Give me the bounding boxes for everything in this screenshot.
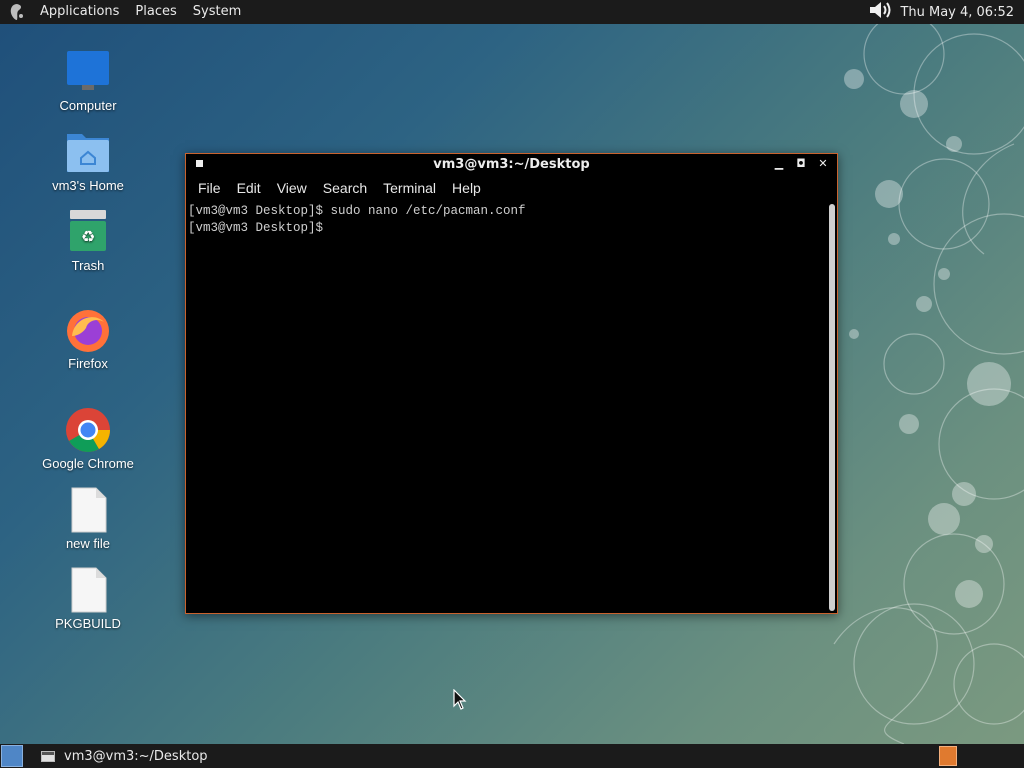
desktop-icon-new-file[interactable]: new file bbox=[38, 486, 138, 552]
top-right-area: Thu May 4, 06:52 bbox=[868, 0, 1024, 24]
desktop-icon-pkgbuild[interactable]: PKGBUILD bbox=[38, 566, 138, 632]
desktop-icon-label: Computer bbox=[59, 98, 117, 113]
menu-search[interactable]: Search bbox=[315, 180, 375, 196]
desktop-icon-label: new file bbox=[65, 536, 111, 551]
desktop-icon-computer[interactable]: Computer bbox=[38, 48, 138, 114]
top-panel: Applications Places System Thu May 4, 06… bbox=[0, 0, 1024, 24]
terminal-scrollbar[interactable] bbox=[829, 204, 835, 611]
desktop-icon-firefox[interactable]: Firefox bbox=[38, 306, 138, 372]
terminal-window-icon bbox=[41, 750, 55, 762]
applications-menu[interactable]: Applications bbox=[32, 0, 127, 24]
menu-terminal[interactable]: Terminal bbox=[375, 180, 444, 196]
chrome-icon bbox=[64, 406, 112, 454]
maximize-button[interactable]: ◘ bbox=[795, 158, 807, 170]
desktop-icon-label: Firefox bbox=[68, 356, 108, 371]
terminal-line: [vm3@vm3 Desktop]$ sudo nano /etc/pacman… bbox=[188, 204, 526, 218]
terminal-output[interactable]: [vm3@vm3 Desktop]$ sudo nano /etc/pacman… bbox=[186, 202, 829, 613]
main-menu: Applications Places System bbox=[32, 0, 249, 24]
terminal-line: [vm3@vm3 Desktop]$ bbox=[188, 221, 331, 235]
file-icon bbox=[64, 486, 112, 534]
bottom-panel: vm3@vm3:~/Desktop bbox=[0, 744, 1024, 768]
menu-file[interactable]: File bbox=[190, 180, 229, 196]
desktop-icon-trash[interactable]: ♻ Trash bbox=[38, 208, 138, 274]
desktop-icon-home[interactable]: vm3's Home bbox=[38, 128, 138, 194]
svg-text:♻: ♻ bbox=[81, 227, 95, 246]
taskbar-terminal-button[interactable]: vm3@vm3:~/Desktop bbox=[41, 749, 208, 764]
window-title: vm3@vm3:~/Desktop bbox=[433, 156, 590, 172]
volume-icon[interactable] bbox=[868, 0, 894, 24]
scrollbar-thumb[interactable] bbox=[829, 204, 835, 611]
workspace-switcher[interactable] bbox=[939, 746, 957, 766]
places-menu[interactable]: Places bbox=[127, 0, 184, 24]
trash-icon: ♻ bbox=[64, 208, 112, 256]
menu-view[interactable]: View bbox=[269, 180, 315, 196]
file-icon bbox=[64, 566, 112, 614]
terminal-window[interactable]: vm3@vm3:~/Desktop ▁ ◘ ✕ File Edit View S… bbox=[185, 153, 838, 614]
mouse-pointer-icon bbox=[453, 689, 467, 710]
minimize-button[interactable]: ▁ bbox=[773, 158, 785, 170]
system-menu[interactable]: System bbox=[185, 0, 249, 24]
home-folder-icon bbox=[64, 128, 112, 176]
computer-icon bbox=[64, 48, 112, 96]
menu-edit[interactable]: Edit bbox=[229, 180, 269, 196]
terminal-menubar: File Edit View Search Terminal Help bbox=[186, 174, 837, 202]
show-desktop-button[interactable] bbox=[1, 745, 23, 767]
firefox-icon bbox=[64, 306, 112, 354]
window-titlebar[interactable]: vm3@vm3:~/Desktop ▁ ◘ ✕ bbox=[186, 154, 837, 174]
window-controls: ▁ ◘ ✕ bbox=[773, 154, 829, 174]
desktop-icon-label: PKGBUILD bbox=[55, 616, 121, 631]
gnome-foot-icon[interactable] bbox=[6, 1, 28, 23]
menu-help[interactable]: Help bbox=[444, 180, 489, 196]
desktop-icon-label: vm3's Home bbox=[52, 178, 124, 193]
clock[interactable]: Thu May 4, 06:52 bbox=[894, 5, 1018, 20]
window-menu-icon[interactable] bbox=[196, 160, 203, 167]
desktop-icon-label: Google Chrome bbox=[42, 456, 134, 471]
close-button[interactable]: ✕ bbox=[817, 158, 829, 170]
taskbar-label: vm3@vm3:~/Desktop bbox=[64, 748, 208, 764]
desktop-icon-label: Trash bbox=[71, 258, 105, 273]
desktop-icon-chrome[interactable]: Google Chrome bbox=[38, 406, 138, 472]
